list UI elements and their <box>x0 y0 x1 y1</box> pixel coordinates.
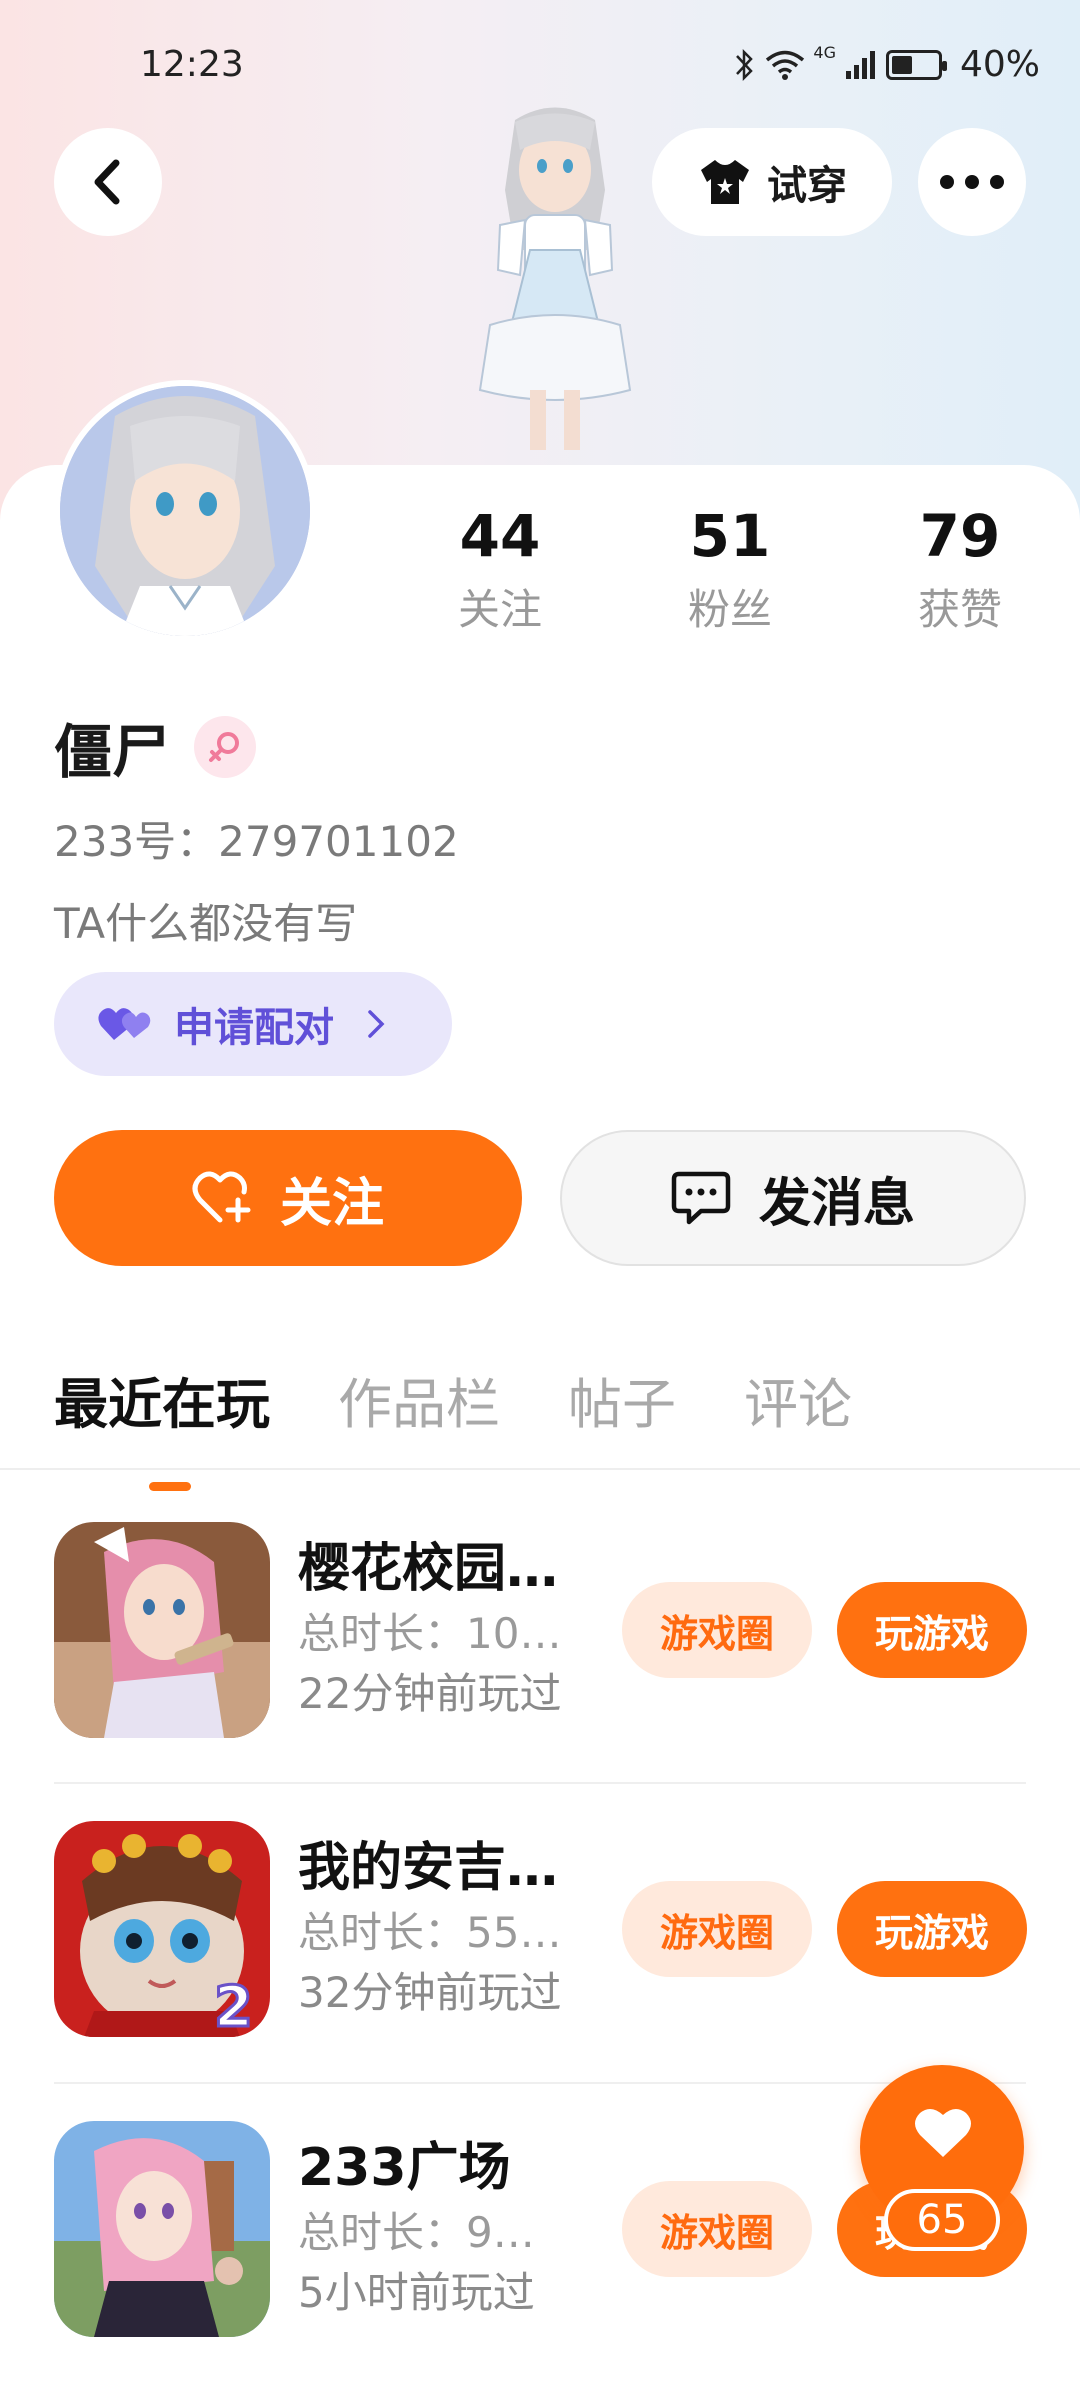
signal-icon <box>845 50 875 79</box>
send-message-button[interactable]: 发消息 <box>560 1130 1026 1266</box>
status-time: 12:23 <box>140 44 244 85</box>
heart-plus-icon <box>192 1171 251 1223</box>
try-on-label: 试穿 <box>767 163 847 209</box>
name-row: 僵尸 <box>54 705 257 789</box>
pair-request-button[interactable]: 申请配对 <box>54 972 452 1076</box>
game-circle-button[interactable]: 游戏圈 <box>622 1881 812 1977</box>
profile-tabs: 最近在玩 作品栏 帖子 评论 <box>54 1360 920 1491</box>
game-last-played: 32分钟前玩过 <box>298 1968 562 2017</box>
chat-bubble-icon <box>671 1171 731 1225</box>
game-title: 我的安吉… <box>298 1838 559 1898</box>
play-game-button[interactable]: 玩游戏 <box>837 1582 1027 1678</box>
stat-value: 79 <box>919 502 1001 570</box>
back-arrow-icon <box>94 159 120 205</box>
network-type: 4G <box>813 43 836 62</box>
follow-label: 关注 <box>279 1173 384 1234</box>
game-duration: 总时长：10… <box>298 1609 562 1658</box>
game-row[interactable]: 2 我的安吉… 总时长：55… 32分钟前玩过 游戏圈 玩游戏 <box>54 1797 1027 2097</box>
avatar[interactable] <box>54 380 316 642</box>
like-fab-button[interactable]: 65 <box>860 2065 1024 2251</box>
tab-recently-played[interactable]: 最近在玩 <box>54 1360 270 1491</box>
bluetooth-icon <box>736 48 754 81</box>
svg-text:2: 2 <box>214 1975 253 2037</box>
stat-label: 关注 <box>457 585 542 634</box>
tab-comments[interactable]: 评论 <box>744 1360 852 1439</box>
profile-name: 僵尸 <box>54 718 171 786</box>
stat-following[interactable]: 44 关注 <box>435 500 565 637</box>
stat-label: 粉丝 <box>687 585 772 634</box>
more-button[interactable] <box>918 128 1026 236</box>
game-last-played: 22分钟前玩过 <box>298 1669 562 1718</box>
play-game-button[interactable]: 玩游戏 <box>837 1881 1027 1977</box>
like-count: 65 <box>884 2189 1000 2251</box>
profile-bio: TA什么都没有写 <box>54 899 358 948</box>
game-icon <box>54 2121 270 2337</box>
tab-divider <box>0 1468 1080 1470</box>
battery-percent: 40% <box>959 44 1040 85</box>
avatar-3d-character <box>478 107 632 450</box>
stat-label: 获赞 <box>917 585 1002 634</box>
row-divider <box>54 2082 1026 2084</box>
game-icon <box>54 1522 270 1738</box>
game-duration: 总时长：55… <box>298 1908 562 1957</box>
stat-likes[interactable]: 79 获赞 <box>895 500 1025 637</box>
game-title: 樱花校园… <box>298 1539 559 1599</box>
profile-uid: 233号：279701102 <box>54 817 459 866</box>
follow-button[interactable]: 关注 <box>54 1130 522 1266</box>
game-duration: 总时长：9… <box>298 2208 535 2257</box>
game-circle-button[interactable]: 游戏圈 <box>622 2181 812 2277</box>
try-on-button[interactable]: 试穿 <box>652 128 892 236</box>
wifi-icon <box>766 50 805 80</box>
heart-icon <box>915 2108 971 2157</box>
gender-female-icon <box>194 716 257 778</box>
stat-value: 44 <box>459 502 541 570</box>
tab-works[interactable]: 作品栏 <box>338 1360 500 1439</box>
double-heart-icon <box>98 1008 151 1040</box>
game-row[interactable]: 樱花校园… 总时长：10… 22分钟前玩过 游戏圈 玩游戏 <box>54 1498 1027 1798</box>
back-button[interactable] <box>54 128 162 236</box>
message-label: 发消息 <box>758 1173 915 1234</box>
stat-value: 51 <box>689 502 771 570</box>
tshirt-icon <box>701 160 749 204</box>
status-bar: 12:23 4G 40% <box>0 40 1080 90</box>
game-last-played: 5小时前玩过 <box>298 2268 535 2317</box>
avatar-image <box>60 386 310 636</box>
chevron-right-icon <box>368 1010 385 1038</box>
stat-followers[interactable]: 51 粉丝 <box>665 500 795 637</box>
game-title: 233广场 <box>298 2138 511 2198</box>
battery-icon <box>885 49 947 80</box>
tab-posts[interactable]: 帖子 <box>568 1360 676 1439</box>
more-dots-icon <box>940 175 1004 189</box>
pair-label: 申请配对 <box>174 1005 334 1051</box>
game-circle-button[interactable]: 游戏圈 <box>622 1582 812 1678</box>
game-icon: 2 <box>54 1821 270 2037</box>
row-divider <box>54 1782 1026 1784</box>
